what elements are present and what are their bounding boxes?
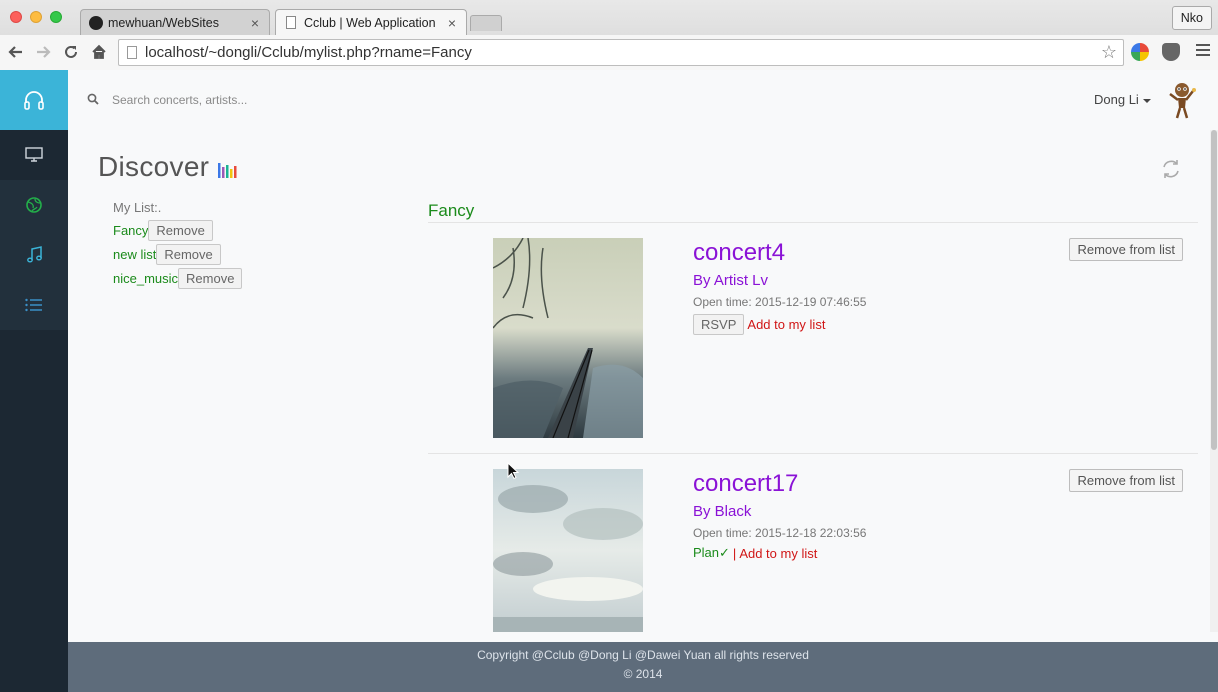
page-icon bbox=[286, 16, 296, 29]
divider bbox=[428, 222, 1198, 223]
monitor-icon bbox=[25, 147, 43, 162]
list-item: Fancy Remove bbox=[113, 218, 242, 242]
user-name: Dong Li bbox=[1094, 92, 1139, 107]
mouse-cursor-icon bbox=[507, 462, 519, 480]
browser-tab-github[interactable]: mewhuan/WebSites × bbox=[80, 9, 270, 35]
my-list-label: My List:. bbox=[113, 200, 162, 215]
concert-image[interactable] bbox=[493, 469, 643, 632]
page-scrollbar[interactable] bbox=[1210, 130, 1218, 632]
forward-button[interactable] bbox=[32, 41, 54, 63]
remove-from-list-button[interactable]: Remove from list bbox=[1069, 238, 1183, 261]
list-link-fancy[interactable]: Fancy bbox=[113, 223, 148, 238]
sidebar-item-music[interactable] bbox=[0, 230, 68, 280]
plan-status: Plan✓ bbox=[693, 545, 730, 560]
profile-button[interactable]: Nko bbox=[1171, 6, 1212, 30]
user-menu[interactable]: Dong Li bbox=[1094, 92, 1151, 107]
app-header: Dong Li bbox=[68, 70, 1218, 130]
reload-icon bbox=[65, 45, 77, 58]
add-to-list-link[interactable]: Add to my list bbox=[739, 546, 817, 561]
concert-actions: Plan✓ | Add to my list bbox=[693, 545, 866, 561]
current-list-title: Fancy bbox=[428, 201, 475, 220]
tab-title: Cclub | Web Application bbox=[304, 15, 436, 30]
extension-icon[interactable] bbox=[1131, 43, 1149, 61]
copyright-year: © 2014 bbox=[623, 667, 663, 681]
concert-info: concert4 By Artist Lv Open time: 2015-12… bbox=[693, 238, 866, 335]
concert-name[interactable]: concert4 bbox=[693, 238, 866, 268]
back-arrow-icon bbox=[8, 46, 22, 58]
concert-info: concert17 By Black Open time: 2015-12-18… bbox=[693, 469, 866, 561]
music-note-icon bbox=[27, 246, 42, 263]
back-button[interactable] bbox=[5, 41, 27, 63]
close-window-button[interactable] bbox=[10, 11, 22, 23]
browser-menu-icon[interactable] bbox=[1196, 44, 1210, 58]
remove-list-button[interactable]: Remove bbox=[156, 243, 221, 265]
forward-arrow-icon bbox=[37, 46, 51, 58]
globe-icon bbox=[26, 197, 42, 213]
search-input[interactable] bbox=[112, 89, 412, 111]
remove-list-button[interactable]: Remove bbox=[148, 219, 213, 241]
list-item: new list Remove bbox=[113, 242, 242, 266]
remove-list-button[interactable]: Remove bbox=[178, 267, 243, 289]
new-tab-button[interactable] bbox=[470, 15, 502, 31]
list-item: nice_music Remove bbox=[113, 266, 243, 290]
list-link-new-list[interactable]: new list bbox=[113, 247, 156, 262]
home-icon bbox=[92, 44, 106, 59]
sidebar-item-discover[interactable] bbox=[0, 180, 68, 230]
browser-chrome: mewhuan/WebSites × Cclub | Web Applicati… bbox=[0, 0, 1218, 70]
concert-open-time: Open time: 2015-12-18 22:03:56 bbox=[693, 526, 867, 540]
list-link-nice-music[interactable]: nice_music bbox=[113, 271, 178, 286]
rsvp-button[interactable]: RSVP bbox=[693, 314, 745, 335]
maximize-window-button[interactable] bbox=[50, 11, 62, 23]
copyright-text: Copyright @Cclub @Dong Li @Dawei Yuan al… bbox=[477, 648, 809, 662]
concert-name[interactable]: concert17 bbox=[693, 469, 866, 499]
tab-close-icon[interactable]: × bbox=[251, 15, 259, 31]
search-icon bbox=[87, 93, 99, 105]
page-title: Discover bbox=[98, 151, 210, 182]
headphones-icon bbox=[24, 91, 44, 110]
url-text[interactable]: localhost/~dongli/Cclub/mylist.php?rname… bbox=[145, 44, 1101, 61]
sidebar-item-list[interactable] bbox=[0, 280, 68, 330]
minimize-window-button[interactable] bbox=[30, 11, 42, 23]
home-button[interactable] bbox=[88, 41, 110, 63]
sidebar-item-monitor[interactable] bbox=[0, 130, 68, 180]
pocket-icon[interactable] bbox=[1162, 43, 1180, 61]
sidebar bbox=[0, 70, 68, 692]
remove-from-list-button[interactable]: Remove from list bbox=[1069, 469, 1183, 492]
add-to-list-link[interactable]: Add to my list bbox=[747, 317, 825, 332]
list-icon bbox=[25, 298, 42, 312]
separator: | bbox=[732, 545, 737, 561]
bookmark-star-icon[interactable]: ☆ bbox=[1101, 42, 1117, 63]
refresh-icon[interactable] bbox=[1160, 158, 1182, 180]
chevron-down-icon bbox=[1142, 98, 1151, 103]
app-container: Dong Li Discover My List:. Fancy bbox=[0, 70, 1218, 692]
my-list-panel: My List:. Fancy Remove new list Remove n… bbox=[113, 200, 243, 290]
avatar[interactable] bbox=[1165, 80, 1199, 120]
concert-actions: RSVP Add to my list bbox=[693, 314, 866, 335]
browser-tab-cclub[interactable]: Cclub | Web Application × bbox=[275, 9, 467, 35]
divider bbox=[428, 453, 1198, 454]
concert-artist: By Black bbox=[693, 503, 752, 520]
address-bar[interactable]: localhost/~dongli/Cclub/mylist.php?rname… bbox=[118, 39, 1124, 66]
reload-button[interactable] bbox=[60, 41, 82, 63]
concert-image[interactable] bbox=[493, 238, 643, 438]
chart-bars-icon bbox=[218, 163, 237, 178]
page-footer: Copyright @Cclub @Dong Li @Dawei Yuan al… bbox=[68, 642, 1218, 692]
tab-close-icon[interactable]: × bbox=[448, 15, 456, 31]
headphones-logo[interactable] bbox=[0, 70, 68, 130]
concert-artist: By Artist Lv bbox=[693, 272, 769, 289]
page-icon bbox=[127, 46, 137, 59]
concert-open-time: Open time: 2015-12-19 07:46:55 bbox=[693, 295, 867, 309]
tab-title: mewhuan/WebSites bbox=[108, 15, 219, 30]
github-icon bbox=[89, 15, 103, 30]
browser-toolbar: localhost/~dongli/Cclub/mylist.php?rname… bbox=[0, 35, 1218, 70]
